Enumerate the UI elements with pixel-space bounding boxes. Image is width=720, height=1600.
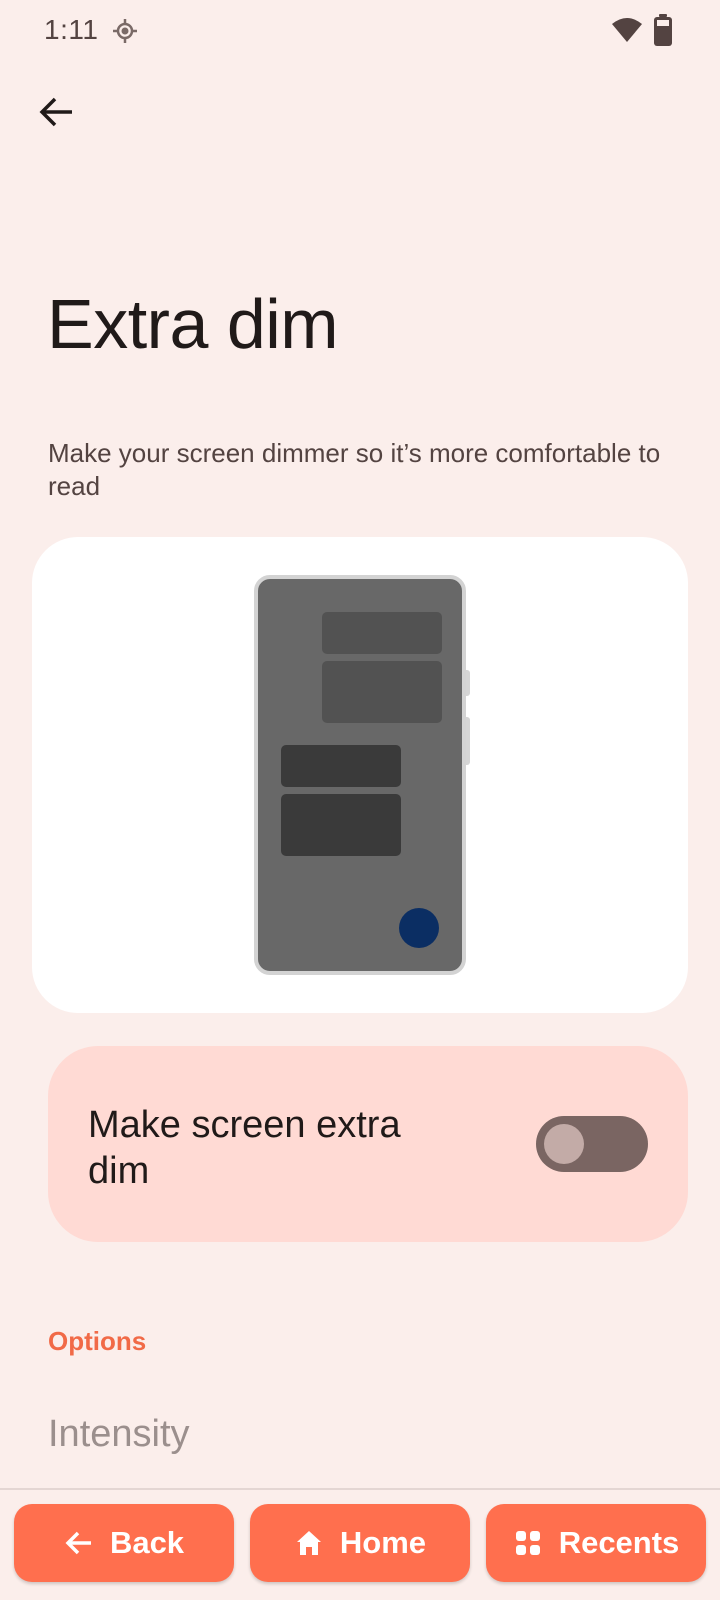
battery-icon: [654, 14, 672, 46]
page-title: Extra dim: [47, 285, 339, 363]
home-icon: [294, 1528, 324, 1558]
extra-dim-switch[interactable]: [536, 1116, 648, 1172]
arrow-left-icon: [64, 1528, 94, 1558]
nav-bar: Back Home Recents: [0, 1490, 720, 1600]
nav-home-label: Home: [339, 1525, 427, 1560]
illustration-card: [32, 537, 688, 1013]
wifi-icon: [611, 16, 643, 44]
page-description: Make your screen dimmer so it’s more com…: [48, 438, 661, 501]
location-icon: [112, 18, 138, 44]
nav-recents-label: Recents: [558, 1525, 680, 1560]
intensity-setting: Intensity: [48, 1413, 190, 1455]
extra-dim-toggle-row[interactable]: Make screen extra dim: [48, 1046, 688, 1242]
phone-illustration: [254, 575, 474, 982]
nav-recents-button[interactable]: Recents: [486, 1504, 706, 1582]
recents-icon: [513, 1528, 543, 1558]
nav-home-button[interactable]: Home: [250, 1504, 470, 1582]
status-bar: 1:11: [0, 0, 720, 64]
switch-thumb: [544, 1124, 584, 1164]
screen: 1:11 Extra dim Make your screen dimmer s…: [0, 0, 720, 1600]
arrow-left-icon: [38, 94, 74, 135]
options-section-header: Options: [48, 1326, 147, 1356]
extra-dim-toggle-label: Make screen extra dim: [88, 1104, 401, 1192]
status-time: 1:11: [44, 14, 99, 45]
back-arrow-button[interactable]: [30, 88, 82, 140]
nav-back-label: Back: [109, 1525, 185, 1560]
nav-back-button[interactable]: Back: [14, 1504, 234, 1582]
